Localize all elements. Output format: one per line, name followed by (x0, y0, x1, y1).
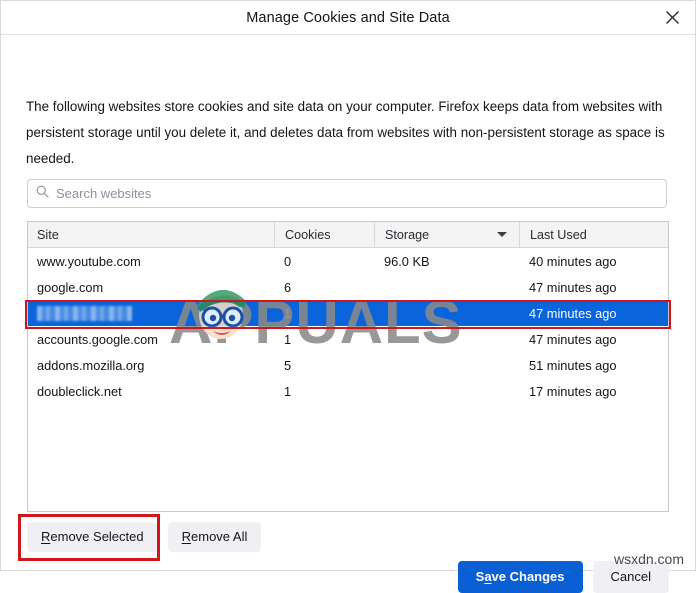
search-row: Search websites (27, 179, 667, 208)
table-body: www.youtube.com096.0 KB40 minutes agogoo… (28, 248, 668, 404)
column-header-cookies[interactable]: Cookies (274, 222, 374, 247)
cell-site: accounts.google.com (28, 326, 274, 352)
table-row[interactable]: google.com6 47 minutes ago (28, 274, 668, 300)
redacted-site-name (37, 306, 132, 321)
close-icon[interactable] (649, 1, 695, 33)
table-row[interactable]: 1 47 minutes ago (28, 300, 668, 326)
dialog-footer-buttons: Save Changes Cancel (458, 561, 669, 593)
table-row[interactable]: addons.mozilla.org5 51 minutes ago (28, 352, 668, 378)
cell-site: google.com (28, 274, 274, 300)
search-input[interactable]: Search websites (27, 179, 667, 208)
cell-storage (374, 326, 519, 352)
chevron-down-icon (497, 232, 507, 237)
cell-cookies: 1 (274, 378, 374, 404)
cell-last-used: 17 minutes ago (519, 378, 668, 404)
table-header-row: Site Cookies Storage Last Used (28, 222, 668, 248)
cell-cookies: 1 (274, 300, 374, 326)
cancel-button[interactable]: Cancel (593, 561, 669, 593)
cell-storage (374, 352, 519, 378)
column-header-storage[interactable]: Storage (374, 222, 519, 247)
cell-storage (374, 300, 519, 326)
table-row[interactable]: www.youtube.com096.0 KB40 minutes ago (28, 248, 668, 274)
cell-storage (374, 274, 519, 300)
cell-cookies: 6 (274, 274, 374, 300)
cell-cookies: 1 (274, 326, 374, 352)
cell-last-used: 47 minutes ago (519, 326, 668, 352)
column-header-last-used[interactable]: Last Used (519, 222, 668, 247)
remove-buttons-group: Remove Selected Remove All (27, 522, 261, 552)
cell-cookies: 0 (274, 248, 374, 274)
cell-storage: 96.0 KB (374, 248, 519, 274)
column-header-storage-label: Storage (385, 228, 429, 242)
cell-site: addons.mozilla.org (28, 352, 274, 378)
cell-last-used: 40 minutes ago (519, 248, 668, 274)
cell-last-used: 47 minutes ago (519, 274, 668, 300)
cell-storage (374, 378, 519, 404)
cell-last-used: 51 minutes ago (519, 352, 668, 378)
search-placeholder: Search websites (56, 186, 151, 201)
cell-cookies: 5 (274, 352, 374, 378)
site-data-list[interactable]: Site Cookies Storage Last Used www.youtu… (27, 221, 669, 512)
search-icon (36, 185, 49, 203)
save-changes-button[interactable]: Save Changes (458, 561, 583, 593)
dialog-title: Manage Cookies and Site Data (246, 10, 450, 26)
column-header-site[interactable]: Site (28, 222, 274, 247)
cell-site (28, 300, 274, 326)
table-row[interactable]: accounts.google.com1 47 minutes ago (28, 326, 668, 352)
table-row[interactable]: doubleclick.net1 17 minutes ago (28, 378, 668, 404)
cell-site: www.youtube.com (28, 248, 274, 274)
cell-last-used: 47 minutes ago (519, 300, 668, 326)
dialog-body: The following websites store cookies and… (1, 35, 695, 570)
remove-selected-button[interactable]: Remove Selected (27, 522, 158, 552)
remove-all-button[interactable]: Remove All (168, 522, 262, 552)
cell-site: doubleclick.net (28, 378, 274, 404)
dialog-titlebar: Manage Cookies and Site Data (1, 1, 695, 35)
manage-cookies-dialog: Manage Cookies and Site Data The followi… (0, 0, 696, 571)
dialog-description: The following websites store cookies and… (26, 94, 670, 172)
